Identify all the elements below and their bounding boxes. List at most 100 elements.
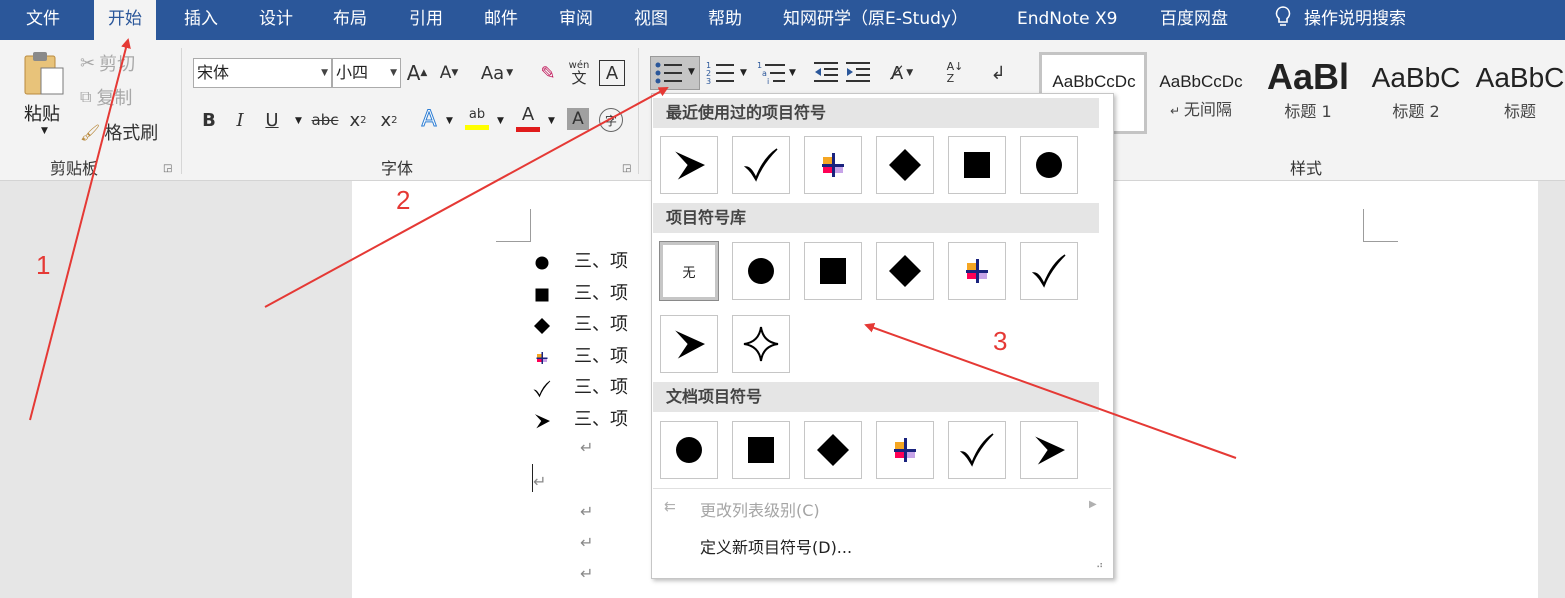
style-heading-2[interactable]: AaBbC 标题 2 <box>1366 52 1466 132</box>
bullet-option-circle[interactable] <box>1020 136 1078 194</box>
check-bullet-icon <box>959 433 994 467</box>
show-formatting-button[interactable]: ↲ <box>986 60 1010 86</box>
style-title[interactable]: AaBbC 标题 <box>1475 52 1565 132</box>
tab-mailings[interactable]: 邮件 <box>484 0 518 40</box>
tab-file[interactable]: 文件 <box>26 0 60 40</box>
font-name-select[interactable]: 宋体 ▼ <box>193 58 332 88</box>
tab-insert[interactable]: 插入 <box>184 0 218 40</box>
tab-endnote[interactable]: EndNote X9 <box>1017 0 1117 40</box>
scissors-icon: ✂ <box>80 52 96 74</box>
bold-button[interactable]: B <box>199 107 219 133</box>
bullet-option-square[interactable] <box>804 242 862 300</box>
bullet-option-square[interactable] <box>732 421 790 479</box>
grow-font-button[interactable]: A ▲ <box>405 60 429 86</box>
bullet-option-colorcross[interactable] <box>804 136 862 194</box>
list-item-text: 三、项 <box>574 314 628 335</box>
tab-baidu-netdisk[interactable]: 百度网盘 <box>1160 0 1228 40</box>
tab-home[interactable]: 开始 <box>94 0 156 42</box>
cut-button[interactable]: ✂ 剪切 <box>80 52 135 76</box>
bullet-option-diamond[interactable] <box>804 421 862 479</box>
bullet-option-square[interactable] <box>948 136 1006 194</box>
bullet-option-diamond[interactable] <box>876 136 934 194</box>
none-bullet-label: 无 <box>682 265 696 281</box>
style-no-spacing[interactable]: AaBbCcDc ↵ 无间隔 <box>1151 52 1251 132</box>
font-color-button[interactable]: A <box>515 104 541 134</box>
resize-grip-icon[interactable]: ⠴ <box>1096 560 1103 571</box>
bullet-option-none[interactable]: 无 <box>659 241 719 301</box>
bullet-option-check[interactable] <box>1020 242 1078 300</box>
style-name: 标题 <box>1503 102 1536 121</box>
chevron-down-icon[interactable]: ▼ <box>497 116 504 126</box>
circle-bullet-icon <box>1036 152 1062 178</box>
colorcross-bullet-icon <box>822 153 844 177</box>
bullet-list-icon <box>655 62 682 84</box>
underline-button[interactable]: U <box>262 107 282 133</box>
tab-view[interactable]: 视图 <box>634 0 668 40</box>
font-group-label: 字体 <box>381 159 414 178</box>
change-list-level-item[interactable]: 更改列表级别(C) <box>700 497 820 521</box>
bullet-option-arrow[interactable] <box>1020 421 1078 479</box>
tab-references[interactable]: 引用 <box>409 0 443 40</box>
strikethrough-button[interactable]: abc <box>311 107 339 133</box>
increase-indent-button[interactable] <box>846 60 872 88</box>
copy-button[interactable]: ⧉ 复制 <box>80 86 133 109</box>
bullet-option-arrow[interactable] <box>660 315 718 373</box>
crop-mark <box>496 209 531 242</box>
bullet-option-arrow[interactable] <box>660 136 718 194</box>
circle-bullet-icon <box>535 256 549 270</box>
decrease-indent-button[interactable] <box>814 60 840 88</box>
tab-design[interactable]: 设计 <box>259 0 293 40</box>
asian-layout-icon: A̸ <box>890 62 904 84</box>
define-new-bullet-item[interactable]: 定义新项目符号(D)... <box>700 534 852 558</box>
square-bullet-icon <box>964 152 990 178</box>
paste-button[interactable]: 粘贴 ▼ <box>22 50 68 136</box>
sort-button[interactable]: A↓ Z <box>942 58 968 88</box>
font-size-select[interactable]: 小四 ▼ <box>332 58 401 88</box>
tell-me-label: 操作说明搜索 <box>1304 9 1406 29</box>
submenu-arrow-icon: ▶ <box>1089 499 1097 510</box>
paragraph-mark: ↵ <box>533 472 547 491</box>
tell-me-search[interactable]: 操作说明搜索 <box>1274 0 1406 40</box>
chevron-down-icon[interactable]: ▼ <box>295 116 302 126</box>
bullet-option-circle[interactable] <box>660 421 718 479</box>
diamond-bullet-icon <box>889 149 921 181</box>
arrow-bullet-icon <box>534 413 550 429</box>
text-effects-button[interactable]: A <box>417 105 441 133</box>
dialog-launcher-icon[interactable]: ◲ <box>163 163 172 174</box>
enclose-characters-button[interactable]: 字 <box>599 108 623 132</box>
tab-review[interactable]: 审阅 <box>559 0 593 40</box>
bullet-option-diamond[interactable] <box>876 242 934 300</box>
style-name: 标题 1 <box>1284 102 1332 121</box>
phonetic-guide-button[interactable]: wén 文 <box>566 58 592 88</box>
bullet-option-check[interactable] <box>948 421 1006 479</box>
change-case-button[interactable]: Aa ▼ <box>476 60 518 86</box>
chevron-down-icon[interactable]: ▼ <box>548 116 555 126</box>
bullet-option-colorcross[interactable] <box>876 421 934 479</box>
check-bullet-icon <box>533 380 551 398</box>
tab-e-study[interactable]: 知网研学（原E-Study） <box>783 0 968 40</box>
shrink-font-button[interactable]: A ▼ <box>437 60 461 86</box>
numbering-button[interactable]: 1 2 3 ▼ <box>706 60 747 90</box>
bullet-option-colorcross[interactable] <box>948 242 1006 300</box>
clear-format-icon[interactable]: ✎ <box>537 60 559 86</box>
italic-button[interactable]: I <box>230 107 250 133</box>
bullet-option-check[interactable] <box>732 136 790 194</box>
asian-layout-button[interactable]: A̸ ▼ <box>884 60 920 86</box>
font-name-value: 宋体 <box>197 63 230 82</box>
bullet-option-star4[interactable] <box>732 315 790 373</box>
character-border-button[interactable]: A <box>599 60 625 86</box>
superscript-button[interactable]: x2 <box>378 107 400 133</box>
multilevel-list-button[interactable]: 1 a i ▼ <box>757 60 796 90</box>
copy-label: 复制 <box>96 88 133 109</box>
tab-layout[interactable]: 布局 <box>333 0 367 40</box>
tab-help[interactable]: 帮助 <box>708 0 742 40</box>
bullet-option-circle[interactable] <box>732 242 790 300</box>
format-painter-button[interactable]: 🖌 格式刷 <box>80 121 158 145</box>
highlight-button[interactable]: ab <box>464 104 490 134</box>
character-shading-button[interactable]: A <box>567 108 589 130</box>
bullets-button[interactable]: ▼ <box>650 56 700 90</box>
subscript-button[interactable]: x2 <box>347 107 369 133</box>
chevron-down-icon[interactable]: ▼ <box>446 116 453 126</box>
style-heading-1[interactable]: AaBl 标题 1 <box>1258 52 1358 132</box>
dialog-launcher-icon[interactable]: ◲ <box>622 163 631 174</box>
